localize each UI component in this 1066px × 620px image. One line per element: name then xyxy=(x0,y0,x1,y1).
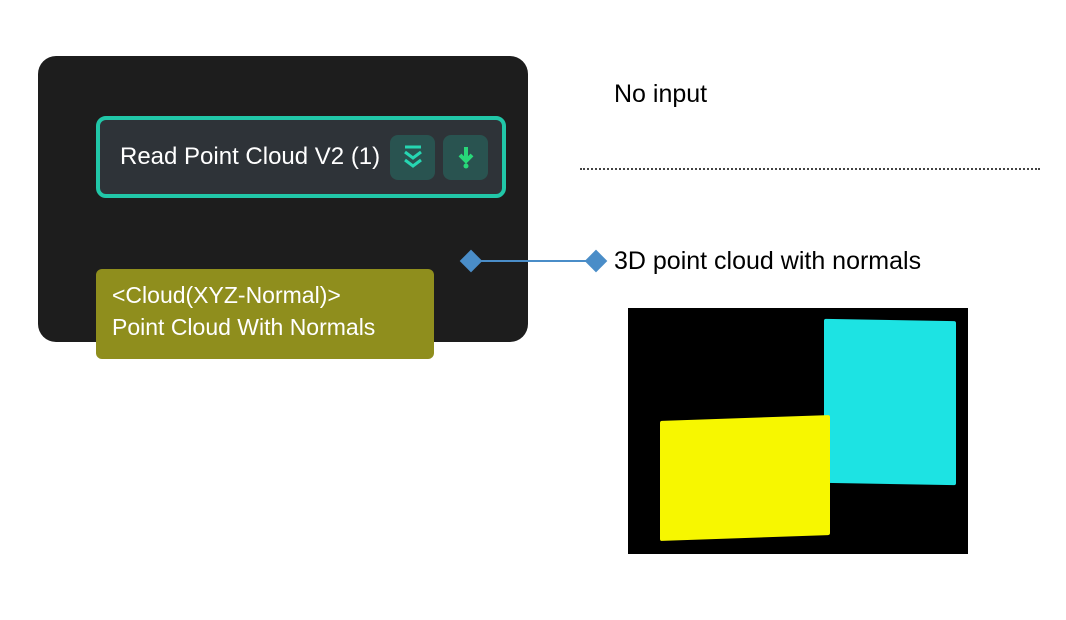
collapse-double-down-button[interactable] xyxy=(390,135,435,180)
double-chevron-down-icon xyxy=(400,144,426,170)
connector-line xyxy=(478,260,590,262)
node-output-port-label: <Cloud(XYZ-Normal)> Point Cloud With Nor… xyxy=(96,269,434,359)
node-container: Read Point Cloud V2 (1) <Cloud(XYZ-Norma… xyxy=(38,56,528,342)
download-button[interactable] xyxy=(443,135,488,180)
output-type-label: <Cloud(XYZ-Normal)> xyxy=(112,279,418,311)
divider xyxy=(580,168,1040,170)
pointcloud-blob-yellow xyxy=(660,415,830,541)
node-title: Read Point Cloud V2 (1) xyxy=(120,143,382,171)
connector-end-diamond xyxy=(585,250,608,273)
output-description-label: 3D point cloud with normals xyxy=(614,247,921,276)
node-header[interactable]: Read Point Cloud V2 (1) xyxy=(96,116,506,198)
output-name-label: Point Cloud With Normals xyxy=(112,311,418,343)
arrow-download-icon xyxy=(453,144,479,170)
pointcloud-blob-cyan xyxy=(824,319,956,485)
no-input-label: No input xyxy=(614,80,707,109)
